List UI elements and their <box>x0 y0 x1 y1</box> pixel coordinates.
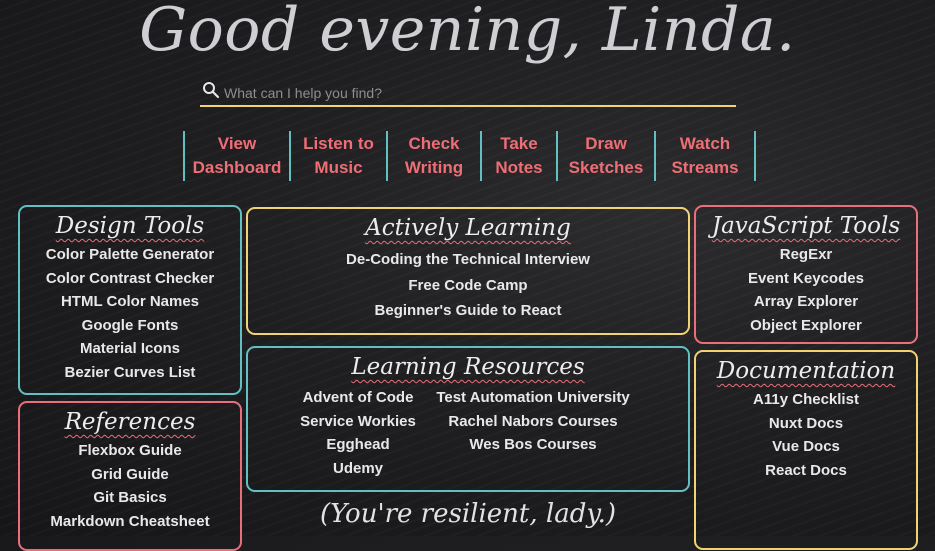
link-color-contrast-checker[interactable]: Color Contrast Checker <box>20 267 240 291</box>
link-react-docs[interactable]: React Docs <box>696 459 916 483</box>
link-free-code-camp[interactable]: Free Code Camp <box>248 273 688 299</box>
link-object-explorer[interactable]: Object Explorer <box>696 314 916 338</box>
search-bar <box>200 79 736 107</box>
learning-resources-grid: Advent of Code Service Workies Egghead U… <box>248 386 688 480</box>
nav-draw-sketches[interactable]: Draw Sketches <box>558 131 656 181</box>
link-test-automation-university[interactable]: Test Automation University <box>378 386 688 410</box>
nav-watch-streams[interactable]: Watch Streams <box>656 131 756 181</box>
link-html-color-names[interactable]: HTML Color Names <box>20 290 240 314</box>
link-material-icons[interactable]: Material Icons <box>20 337 240 361</box>
design-tools-title: Design Tools <box>55 213 205 239</box>
nav-take-notes[interactable]: Take Notes <box>482 131 558 181</box>
link-google-fonts[interactable]: Google Fonts <box>20 314 240 338</box>
link-array-explorer[interactable]: Array Explorer <box>696 290 916 314</box>
motivational-quote: (You're resilient, lady.) <box>320 499 616 529</box>
actively-learning-title: Actively Learning <box>365 215 571 241</box>
javascript-tools-title: JavaScript Tools <box>711 213 901 239</box>
nav-check-writing[interactable]: Check Writing <box>388 131 482 181</box>
actively-learning-card: Actively Learning De-Coding the Technica… <box>246 207 690 335</box>
link-git-basics[interactable]: Git Basics <box>20 486 240 510</box>
link-event-keycodes[interactable]: Event Keycodes <box>696 267 916 291</box>
nav-listen-to-music[interactable]: Listen to Music <box>291 131 388 181</box>
documentation-card: Documentation A11y Checklist Nuxt Docs V… <box>694 350 918 550</box>
link-decoding-technical-interview[interactable]: De-Coding the Technical Interview <box>248 247 688 273</box>
link-color-palette-generator[interactable]: Color Palette Generator <box>20 243 240 267</box>
link-rachel-nabors-courses[interactable]: Rachel Nabors Courses <box>378 410 688 434</box>
references-card: References Flexbox Guide Grid Guide Git … <box>18 401 242 551</box>
learning-resources-title: Learning Resources <box>351 354 585 380</box>
link-bezier-curves-list[interactable]: Bezier Curves List <box>20 361 240 385</box>
link-a11y-checklist[interactable]: A11y Checklist <box>696 388 916 412</box>
link-beginners-guide-to-react[interactable]: Beginner's Guide to React <box>248 298 688 324</box>
link-markdown-cheatsheet[interactable]: Markdown Cheatsheet <box>20 510 240 534</box>
link-wes-bos-courses[interactable]: Wes Bos Courses <box>378 433 688 457</box>
nav-view-dashboard[interactable]: View Dashboard <box>185 131 291 181</box>
link-vue-docs[interactable]: Vue Docs <box>696 435 916 459</box>
link-regexr[interactable]: RegExr <box>696 243 916 267</box>
learning-resources-card: Learning Resources Advent of Code Servic… <box>246 346 690 492</box>
link-grid-guide[interactable]: Grid Guide <box>20 463 240 487</box>
javascript-tools-card: JavaScript Tools RegExr Event Keycodes A… <box>694 205 918 344</box>
search-input[interactable] <box>222 81 736 105</box>
greeting-heading: Good evening, Linda. <box>139 0 796 65</box>
documentation-title: Documentation <box>716 358 896 384</box>
search-icon <box>203 82 220 99</box>
design-tools-card: Design Tools Color Palette Generator Col… <box>18 205 242 395</box>
references-title: References <box>64 409 196 435</box>
link-nuxt-docs[interactable]: Nuxt Docs <box>696 412 916 436</box>
quick-nav: View Dashboard Listen to Music Check Writin… <box>183 131 756 181</box>
link-flexbox-guide[interactable]: Flexbox Guide <box>20 439 240 463</box>
